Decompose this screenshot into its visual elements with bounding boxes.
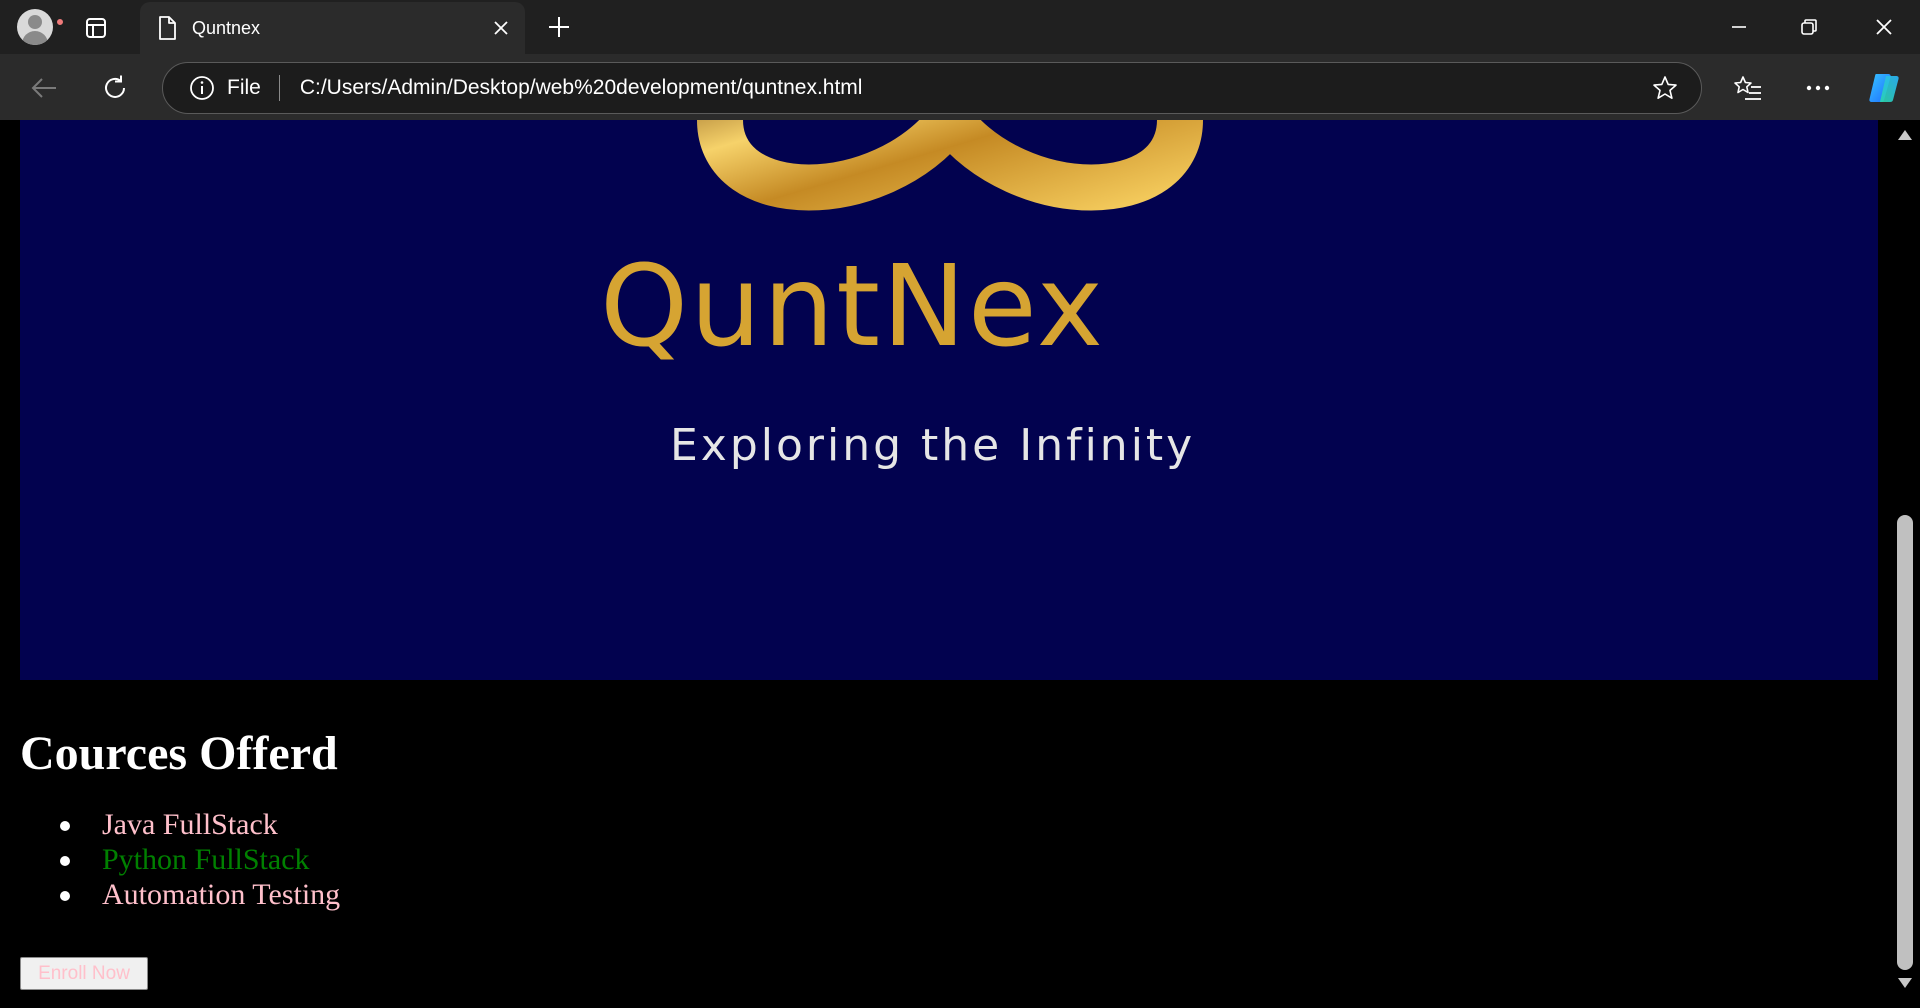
address-divider [278,75,280,101]
page-icon [154,15,180,41]
courses-section: Cources Offerd Java FullStack Python Ful… [20,726,1870,912]
new-tab-button[interactable] [540,10,578,44]
minimize-button[interactable] [1704,0,1774,54]
url-scheme-label: File [227,76,261,99]
profile-button[interactable] [13,8,65,46]
favorites-button[interactable] [1728,68,1768,108]
favorites-list-icon [1734,76,1761,100]
back-button[interactable] [24,68,64,108]
course-item-java: Java FullStack [60,807,1870,842]
enroll-now-button[interactable]: Enroll Now [20,957,148,990]
close-icon [1876,19,1892,35]
more-dots-icon [1806,85,1830,91]
restore-icon [1801,19,1817,35]
vertical-scrollbar[interactable] [1890,120,1920,1008]
site-info-button[interactable]: File [189,63,261,113]
courses-heading: Cources Offerd [20,727,338,780]
logo-wordmark: QuntNex [600,242,1106,372]
course-item-python: Python FullStack [60,842,1870,877]
tab-active[interactable]: Quntnex [140,2,525,54]
copilot-button[interactable] [1864,68,1904,108]
scroll-down-arrow-icon[interactable] [1898,978,1912,988]
avatar [17,9,53,45]
back-arrow-icon [31,78,56,98]
courses-list: Java FullStack Python FullStack Automati… [60,807,1870,912]
page-viewport: QuntNex Exploring the Infinity Cources O… [0,120,1920,1008]
notification-dot [55,17,65,27]
scroll-up-arrow-icon[interactable] [1898,130,1912,140]
plus-icon [549,17,569,37]
scroll-thumb[interactable] [1897,515,1913,970]
address-bar[interactable]: File C:/Users/Admin/Desktop/web%20develo… [162,62,1702,114]
tab-actions-button[interactable] [78,13,114,43]
star-icon [1653,76,1677,100]
minimize-icon [1732,26,1746,28]
url-text[interactable]: C:/Users/Admin/Desktop/web%20development… [300,76,1643,100]
close-window-button[interactable] [1849,0,1919,54]
info-icon [190,76,214,100]
logo-tagline: Exploring the Infinity [670,420,1196,471]
reload-icon [105,75,125,98]
add-favorite-button[interactable] [1643,66,1687,110]
browser-toolbar: File C:/Users/Admin/Desktop/web%20develo… [0,54,1920,120]
reload-button[interactable] [95,68,135,108]
browser-titlebar: Quntnex [0,0,1920,54]
more-options-button[interactable] [1798,68,1838,108]
restore-button[interactable] [1774,0,1844,54]
tab-actions-icon [86,18,106,38]
copilot-icon [1869,74,1899,102]
tab-title: Quntnex [192,17,261,38]
course-item-automation: Automation Testing [60,877,1870,912]
infinity-logo-icon [696,120,1204,211]
close-tab-icon[interactable] [485,12,517,44]
logo-banner: QuntNex Exploring the Infinity [20,120,1878,680]
